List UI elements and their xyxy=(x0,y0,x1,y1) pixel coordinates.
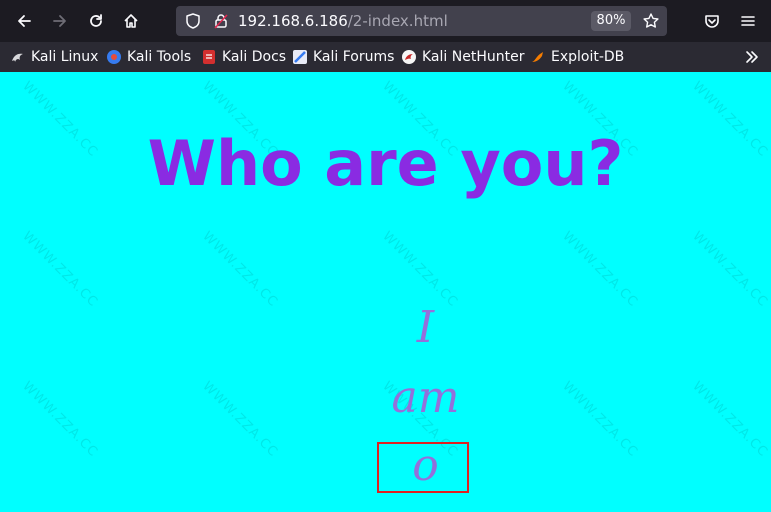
watermark-text: WWW.ZZA.CC xyxy=(559,228,641,311)
bookmark-label: Kali Linux xyxy=(31,49,99,65)
bookmarks-toolbar: Kali Linux Kali Tools Kali Docs Kali For… xyxy=(0,42,771,72)
page-heading: Who are you? xyxy=(147,127,624,200)
bookmark-kali-nethunter[interactable]: Kali NetHunter xyxy=(401,47,524,67)
kali-forums-icon xyxy=(293,50,307,64)
bookmark-kali-tools[interactable]: Kali Tools xyxy=(106,47,191,67)
bookmark-kali-forums[interactable]: Kali Forums xyxy=(292,47,394,67)
back-icon[interactable] xyxy=(12,9,36,33)
word-am: am xyxy=(391,372,460,423)
exploit-db-icon xyxy=(532,52,543,62)
highlight-box xyxy=(377,442,469,493)
watermark-text: WWW.ZZA.CC xyxy=(689,228,771,311)
browser-toolbar: 192.168.6.186/2-index.html 80% xyxy=(0,0,771,42)
home-icon[interactable] xyxy=(119,9,143,33)
url-host: 192.168.6.186 xyxy=(238,12,348,30)
watermark-text: WWW.ZZA.CC xyxy=(19,228,101,311)
shield-icon[interactable] xyxy=(184,12,202,30)
url-path: /2-index.html xyxy=(347,12,448,30)
pocket-icon[interactable] xyxy=(700,9,724,33)
page-content: WWW.ZZA.CC WWW.ZZA.CC WWW.ZZA.CC WWW.ZZA… xyxy=(0,72,771,512)
bookmark-label: Kali Forums xyxy=(313,49,395,65)
bookmark-label: Kali NetHunter xyxy=(422,49,525,65)
overflow-chevron-icon[interactable] xyxy=(740,45,764,69)
kali-tools-icon xyxy=(107,50,121,64)
watermark-text: WWW.ZZA.CC xyxy=(379,228,461,311)
menu-icon[interactable] xyxy=(736,9,760,33)
bookmark-exploit-db[interactable]: Exploit-DB xyxy=(530,47,624,67)
kali-dragon-icon xyxy=(12,53,23,62)
forward-icon[interactable] xyxy=(48,9,72,33)
bookmark-label: Kali Docs xyxy=(222,49,287,65)
nethunter-icon xyxy=(402,50,416,64)
bookmark-kali-docs[interactable]: Kali Docs xyxy=(201,47,286,67)
word-i: I xyxy=(416,302,435,353)
star-icon[interactable] xyxy=(642,12,660,30)
lock-icon[interactable] xyxy=(212,12,230,30)
bookmark-label: Kali Tools xyxy=(127,49,192,65)
bookmark-label: Exploit-DB xyxy=(551,49,625,65)
address-bar[interactable]: 192.168.6.186/2-index.html 80% xyxy=(176,6,667,36)
url-text[interactable]: 192.168.6.186/2-index.html xyxy=(238,11,448,31)
bookmark-kali-linux[interactable]: Kali Linux xyxy=(10,47,98,67)
watermark-text: WWW.ZZA.CC xyxy=(199,228,281,311)
zoom-level-badge[interactable]: 80% xyxy=(591,11,631,31)
kali-docs-icon xyxy=(203,50,215,64)
reload-icon[interactable] xyxy=(84,9,108,33)
